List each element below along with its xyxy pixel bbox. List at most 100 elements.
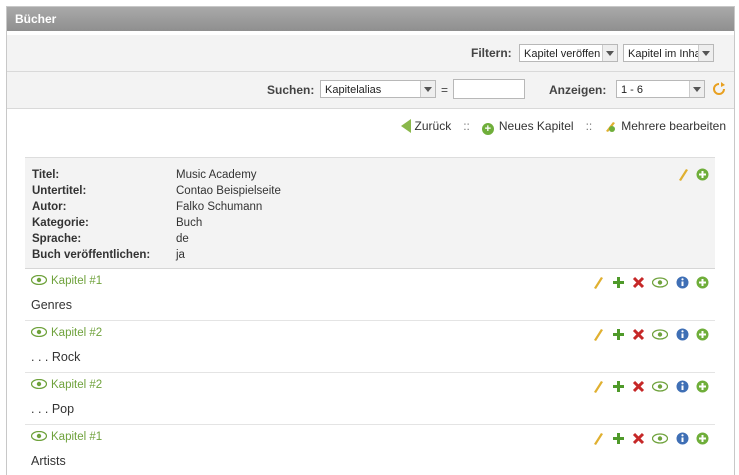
edit-multiple-icon bbox=[606, 122, 616, 132]
meta-row: Untertitel: Contao Beispielseite bbox=[32, 183, 281, 199]
meta-row: Kategorie: Buch bbox=[32, 215, 281, 231]
filter-content-value: Kapitel im Inhalt bbox=[628, 48, 707, 60]
eye-icon[interactable] bbox=[652, 432, 669, 445]
chapter-tools bbox=[587, 275, 709, 290]
search-field-select[interactable]: Kapitelalias bbox=[320, 80, 436, 98]
eye-icon[interactable] bbox=[652, 276, 669, 289]
panel-title: Bücher bbox=[7, 7, 734, 31]
search-bar: Suchen: Kapitelalias = Anzeigen: 1 - 6 bbox=[7, 72, 734, 109]
show-range-select[interactable]: 1 - 6 bbox=[616, 80, 705, 98]
chevron-down-icon bbox=[602, 45, 617, 61]
info-icon[interactable] bbox=[676, 380, 689, 393]
book-details: Titel: Music Academy Untertitel: Contao Be… bbox=[25, 157, 715, 269]
filter-bar: Filtern: Kapitel veröffen Kapitel im Inh… bbox=[7, 35, 734, 72]
meta-value: Buch bbox=[176, 217, 203, 229]
chapter-label: Kapitel #2 bbox=[51, 327, 103, 339]
delete-icon[interactable] bbox=[632, 328, 645, 341]
meta-value: Contao Beispielseite bbox=[176, 185, 281, 197]
chevron-down-icon bbox=[698, 45, 713, 61]
add-circle-icon[interactable] bbox=[696, 168, 709, 181]
books-panel: Bücher Filtern: Kapitel veröffen Kapitel… bbox=[6, 6, 735, 475]
back-label: Zurück bbox=[414, 119, 452, 133]
add-icon[interactable] bbox=[612, 276, 625, 289]
meta-value: de bbox=[176, 233, 189, 245]
chapter-title: . . . Rock bbox=[31, 350, 81, 364]
eye-icon[interactable] bbox=[652, 380, 669, 393]
delete-icon[interactable] bbox=[632, 276, 645, 289]
chapter-header: Kapitel #2 bbox=[31, 379, 102, 391]
add-circle-icon: + bbox=[481, 123, 494, 135]
action-nav: Zurück:: + Neues Kapitel:: Mehrere bearbeit… bbox=[400, 119, 726, 135]
chapter-item: Kapitel #2 . . . Rock bbox=[25, 320, 715, 373]
book-tools bbox=[672, 167, 709, 182]
filter-content-select[interactable]: Kapitel im Inhalt bbox=[623, 44, 714, 62]
add-circle-icon[interactable] bbox=[696, 328, 709, 341]
chevron-down-icon bbox=[689, 81, 704, 97]
back-arrow-icon bbox=[400, 119, 411, 133]
chapter-header: Kapitel #2 bbox=[31, 327, 102, 339]
info-icon[interactable] bbox=[676, 432, 689, 445]
delete-icon[interactable] bbox=[632, 380, 645, 393]
meta-row: Buch veröffentlichen: ja bbox=[32, 247, 281, 263]
chevron-down-icon bbox=[420, 81, 435, 97]
chapter-label: Kapitel #1 bbox=[51, 431, 103, 443]
back-link[interactable]: Zurück bbox=[400, 119, 452, 133]
chapter-tools bbox=[587, 431, 709, 446]
add-icon[interactable] bbox=[612, 432, 625, 445]
chapter-title: Artists bbox=[31, 454, 66, 468]
filter-published-select[interactable]: Kapitel veröffen bbox=[519, 44, 618, 62]
new-chapter-label: Neues Kapitel bbox=[498, 119, 574, 133]
add-circle-icon[interactable] bbox=[696, 276, 709, 289]
filter-published-value: Kapitel veröffen bbox=[524, 48, 601, 60]
new-chapter-link[interactable]: + Neues Kapitel bbox=[481, 119, 574, 135]
meta-row: Titel: Music Academy bbox=[32, 167, 281, 183]
chapter-label: Kapitel #2 bbox=[51, 379, 103, 391]
chapter-tools bbox=[587, 327, 709, 342]
meta-key: Untertitel: bbox=[32, 185, 87, 197]
meta-key: Sprache: bbox=[32, 233, 82, 245]
add-icon[interactable] bbox=[612, 380, 625, 393]
eye-icon bbox=[31, 327, 47, 337]
meta-value: Music Academy bbox=[176, 169, 257, 181]
edit-multiple-link[interactable]: Mehrere bearbeiten bbox=[604, 119, 726, 133]
eye-icon[interactable] bbox=[652, 328, 669, 341]
edit-multiple-label: Mehrere bearbeiten bbox=[621, 119, 726, 133]
search-label: Suchen: bbox=[267, 83, 315, 97]
chapter-item: Kapitel #1 Genres bbox=[25, 268, 715, 321]
nav-separator: :: bbox=[585, 119, 593, 133]
chapter-item: Kapitel #1 Artists bbox=[25, 424, 715, 475]
eye-icon bbox=[31, 431, 47, 441]
pencil-icon[interactable] bbox=[676, 168, 689, 182]
meta-value: Falko Schumann bbox=[176, 201, 263, 213]
filter-label: Filtern: bbox=[471, 46, 512, 60]
meta-key: Titel: bbox=[32, 169, 60, 181]
pencil-icon[interactable] bbox=[591, 276, 604, 290]
info-icon[interactable] bbox=[676, 276, 689, 289]
equals-sign: = bbox=[441, 83, 449, 97]
chapter-label: Kapitel #1 bbox=[51, 275, 103, 287]
search-field-value: Kapitelalias bbox=[325, 84, 382, 96]
meta-key: Buch veröffentlichen: bbox=[32, 249, 151, 261]
delete-icon[interactable] bbox=[632, 432, 645, 445]
reload-icon[interactable] bbox=[712, 82, 726, 96]
chapter-item: Kapitel #2 . . . Pop bbox=[25, 372, 715, 425]
search-input[interactable] bbox=[453, 79, 525, 99]
meta-row: Sprache: de bbox=[32, 231, 281, 247]
add-icon[interactable] bbox=[612, 328, 625, 341]
book-meta: Titel: Music Academy Untertitel: Contao Be… bbox=[32, 167, 281, 263]
pencil-icon[interactable] bbox=[591, 328, 604, 342]
add-circle-icon[interactable] bbox=[696, 380, 709, 393]
eye-icon bbox=[31, 275, 47, 285]
pencil-icon[interactable] bbox=[591, 380, 604, 394]
eye-icon bbox=[31, 379, 47, 389]
meta-row: Autor: Falko Schumann bbox=[32, 199, 281, 215]
pencil-icon[interactable] bbox=[591, 432, 604, 446]
chapter-header: Kapitel #1 bbox=[31, 275, 102, 287]
chapter-header: Kapitel #1 bbox=[31, 431, 102, 443]
meta-value: ja bbox=[176, 249, 185, 261]
info-icon[interactable] bbox=[676, 328, 689, 341]
chapter-title: . . . Pop bbox=[31, 402, 75, 416]
add-circle-icon[interactable] bbox=[696, 432, 709, 445]
nav-separator: :: bbox=[463, 119, 470, 133]
meta-key: Autor: bbox=[32, 201, 67, 213]
